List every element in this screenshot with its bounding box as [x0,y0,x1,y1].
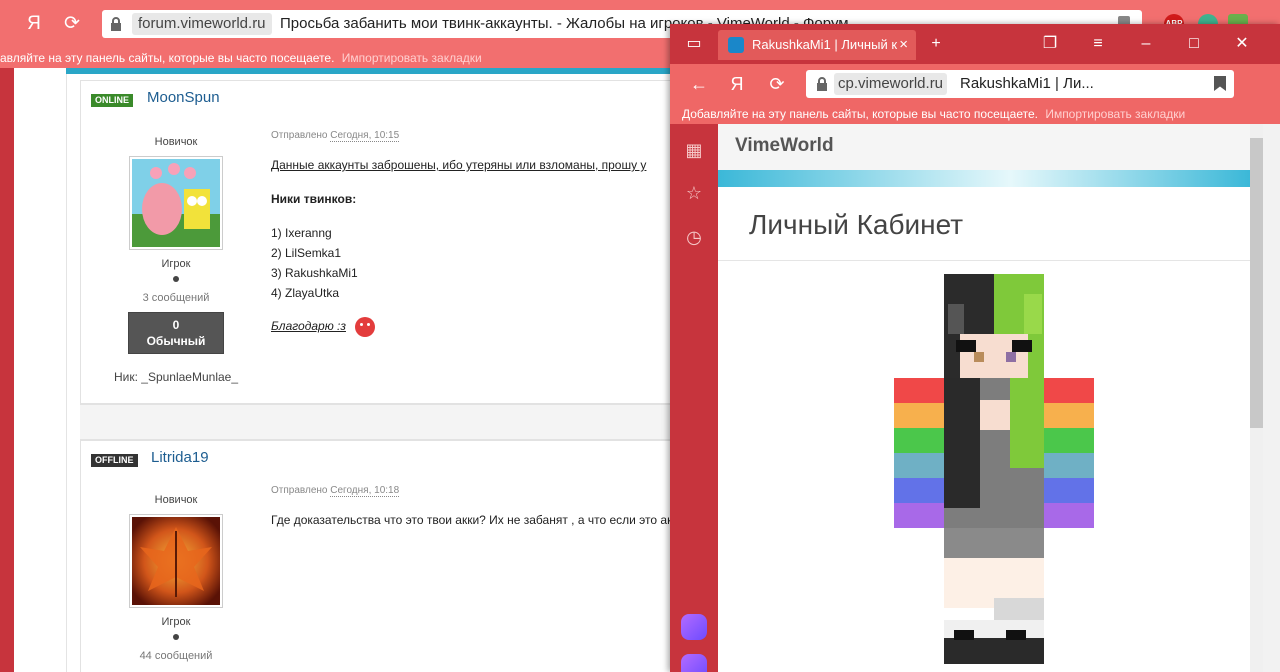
twinks-list: 1) Ixeranng 2) LilSemka1 3) RakushkaMi1 … [271,223,691,303]
fg-address-bar[interactable]: cp.vimeworld.ru RakushkaMi1 | Ли... [806,70,1234,98]
thanks-line: Благодарю :з [271,317,691,337]
post-body: Отправлено Сегодня, 10:18 Где доказатель… [271,485,691,544]
posted-date[interactable]: Сегодня, 10:15 [330,130,400,142]
back-icon[interactable]: ← [686,71,712,97]
apps-grid-icon[interactable]: ▦ [682,138,706,162]
smiley-icon [355,317,376,337]
lock-icon [817,77,827,91]
post-body: Отправлено Сегодня, 10:15 Данные аккаунт… [271,130,691,337]
group-dot [173,276,179,282]
avatar-image [132,159,220,247]
posted-label: Отправлено [271,485,328,496]
fg-url-title: RakushkaMi1 | Ли... [960,75,1094,92]
forum-post: OFFLINE Litrida19 Новичок Игрок 44 сообщ… [80,440,681,672]
author-nick: Ник: _SpunlaeMunlae_ [113,370,239,384]
author-group: Игрок [161,616,191,628]
list-item: 1) Ixeranng [271,226,332,240]
post-separator [80,404,680,440]
reload-icon[interactable]: ⟳ [58,10,86,38]
history-clock-icon[interactable]: ◷ [682,225,706,249]
list-item: 2) LilSemka1 [271,246,342,260]
post-date: Отправлено Сегодня, 10:15 [271,130,691,142]
post-author-link[interactable]: Litrida19 [151,449,209,466]
post-header: OFFLINE Litrida19 [81,441,681,477]
header-gradient-bar [718,170,1250,187]
post-author-link[interactable]: MoonSpun [147,89,220,106]
author-rank: Новичок [154,494,198,506]
posted-label: Отправлено [271,130,328,141]
minecraft-skin-image [894,274,1094,664]
status-badge: ONLINE [91,94,134,107]
status-badge: OFFLINE [91,454,138,467]
fg-toolbar: ← Я ⟳ cp.vimeworld.ru RakushkaMi1 | Ли..… [670,64,1280,104]
bg-import-bookmarks-link[interactable]: Импортировать закладки [342,51,482,65]
post-text: Данные аккаунты заброшены, ибо утеряны и… [271,158,647,172]
fg-sidebar: ▦ ☆ ◷ [670,124,718,672]
reload-icon[interactable]: ⟳ [764,71,790,97]
menu-icon[interactable]: ≡ [1086,32,1110,56]
avatar-image [132,517,220,605]
avatar[interactable] [129,514,223,608]
forum-accent-bar [66,68,686,74]
avatar[interactable] [129,156,223,250]
divider [718,260,1250,261]
site-brand[interactable]: VimeWorld [735,135,834,157]
reputation-label: Обычный [146,334,206,348]
sidebar-toggle-icon[interactable]: ▭ [682,32,706,56]
post-author-info: Новичок Игрок 3 сообщений 0 Обычный Ник:… [111,136,241,384]
divider [66,68,67,672]
twinks-title: Ники твинков: [271,192,357,206]
star-icon[interactable]: ☆ [682,181,706,205]
scrollbar[interactable] [1250,124,1280,672]
fg-titlebar: ▭ RakushkaMi1 | Личный к × + ❐ ≡ – □ ✕ [670,24,1280,64]
cabinet-page: VimeWorld Личный Кабинет [718,124,1250,672]
post-author-info: Новичок Игрок 44 сообщений [111,494,241,662]
author-rank: Новичок [154,136,198,148]
tab-rakushkami1[interactable]: RakushkaMi1 | Личный к × [718,30,916,60]
fg-bookmarks-bar: Добавляйте на эту панель сайты, которые … [670,104,1280,124]
yandex-logo-button[interactable]: Я [20,10,48,38]
site-header: VimeWorld [718,124,1250,170]
collections-icon[interactable]: ❐ [1038,32,1062,56]
reputation-box: 0 Обычный [128,312,224,354]
post-header: ONLINE MoonSpun [81,81,681,117]
fg-url-domain: cp.vimeworld.ru [834,73,948,95]
fg-import-bookmarks-link[interactable]: Импортировать закладки [1045,107,1185,121]
bg-bookmarks-hint: авляйте на эту панель сайты, которые вы … [0,51,335,65]
author-group: Игрок [161,258,191,270]
page-title: Личный Кабинет [749,209,964,240]
post-count: 44 сообщений [139,650,213,662]
post-date: Отправлено Сегодня, 10:18 [271,485,691,497]
bg-url-domain: forum.vimeworld.ru [132,13,272,35]
alice-assistant-icon[interactable] [681,614,707,640]
vimeworld-favicon-icon [728,37,744,53]
lock-icon [111,17,121,31]
alice-voice-icon[interactable] [681,654,707,672]
list-item: 3) RakushkaMi1 [271,266,358,280]
posted-date[interactable]: Сегодня, 10:18 [330,485,400,497]
fg-browser-window: ▭ RakushkaMi1 | Личный к × + ❐ ≡ – □ ✕ ←… [670,24,1280,672]
close-window-icon[interactable]: ✕ [1230,32,1254,56]
list-item: 4) ZlayaUtka [271,286,340,300]
thanks-text: Благодарю :з [271,319,346,334]
yandex-logo-button[interactable]: Я [724,71,750,97]
fg-bookmarks-hint: Добавляйте на эту панель сайты, которые … [682,107,1038,121]
scrollbar-thumb[interactable] [1250,138,1263,428]
post-count: 3 сообщений [142,292,210,304]
bookmark-icon[interactable] [1214,76,1226,91]
group-dot [173,634,179,640]
reputation-value: 0 [172,318,180,332]
post-text: Где доказательства что это твои акки? Их… [271,513,673,527]
close-tab-icon[interactable]: × [899,30,908,60]
maximize-icon[interactable]: □ [1182,32,1206,56]
minimize-icon[interactable]: – [1134,32,1158,56]
tab-title: RakushkaMi1 | Личный к [752,37,898,52]
new-tab-icon[interactable]: + [924,32,948,56]
forum-post: ONLINE MoonSpun Новичок Игрок 3 сообщени… [80,80,681,404]
